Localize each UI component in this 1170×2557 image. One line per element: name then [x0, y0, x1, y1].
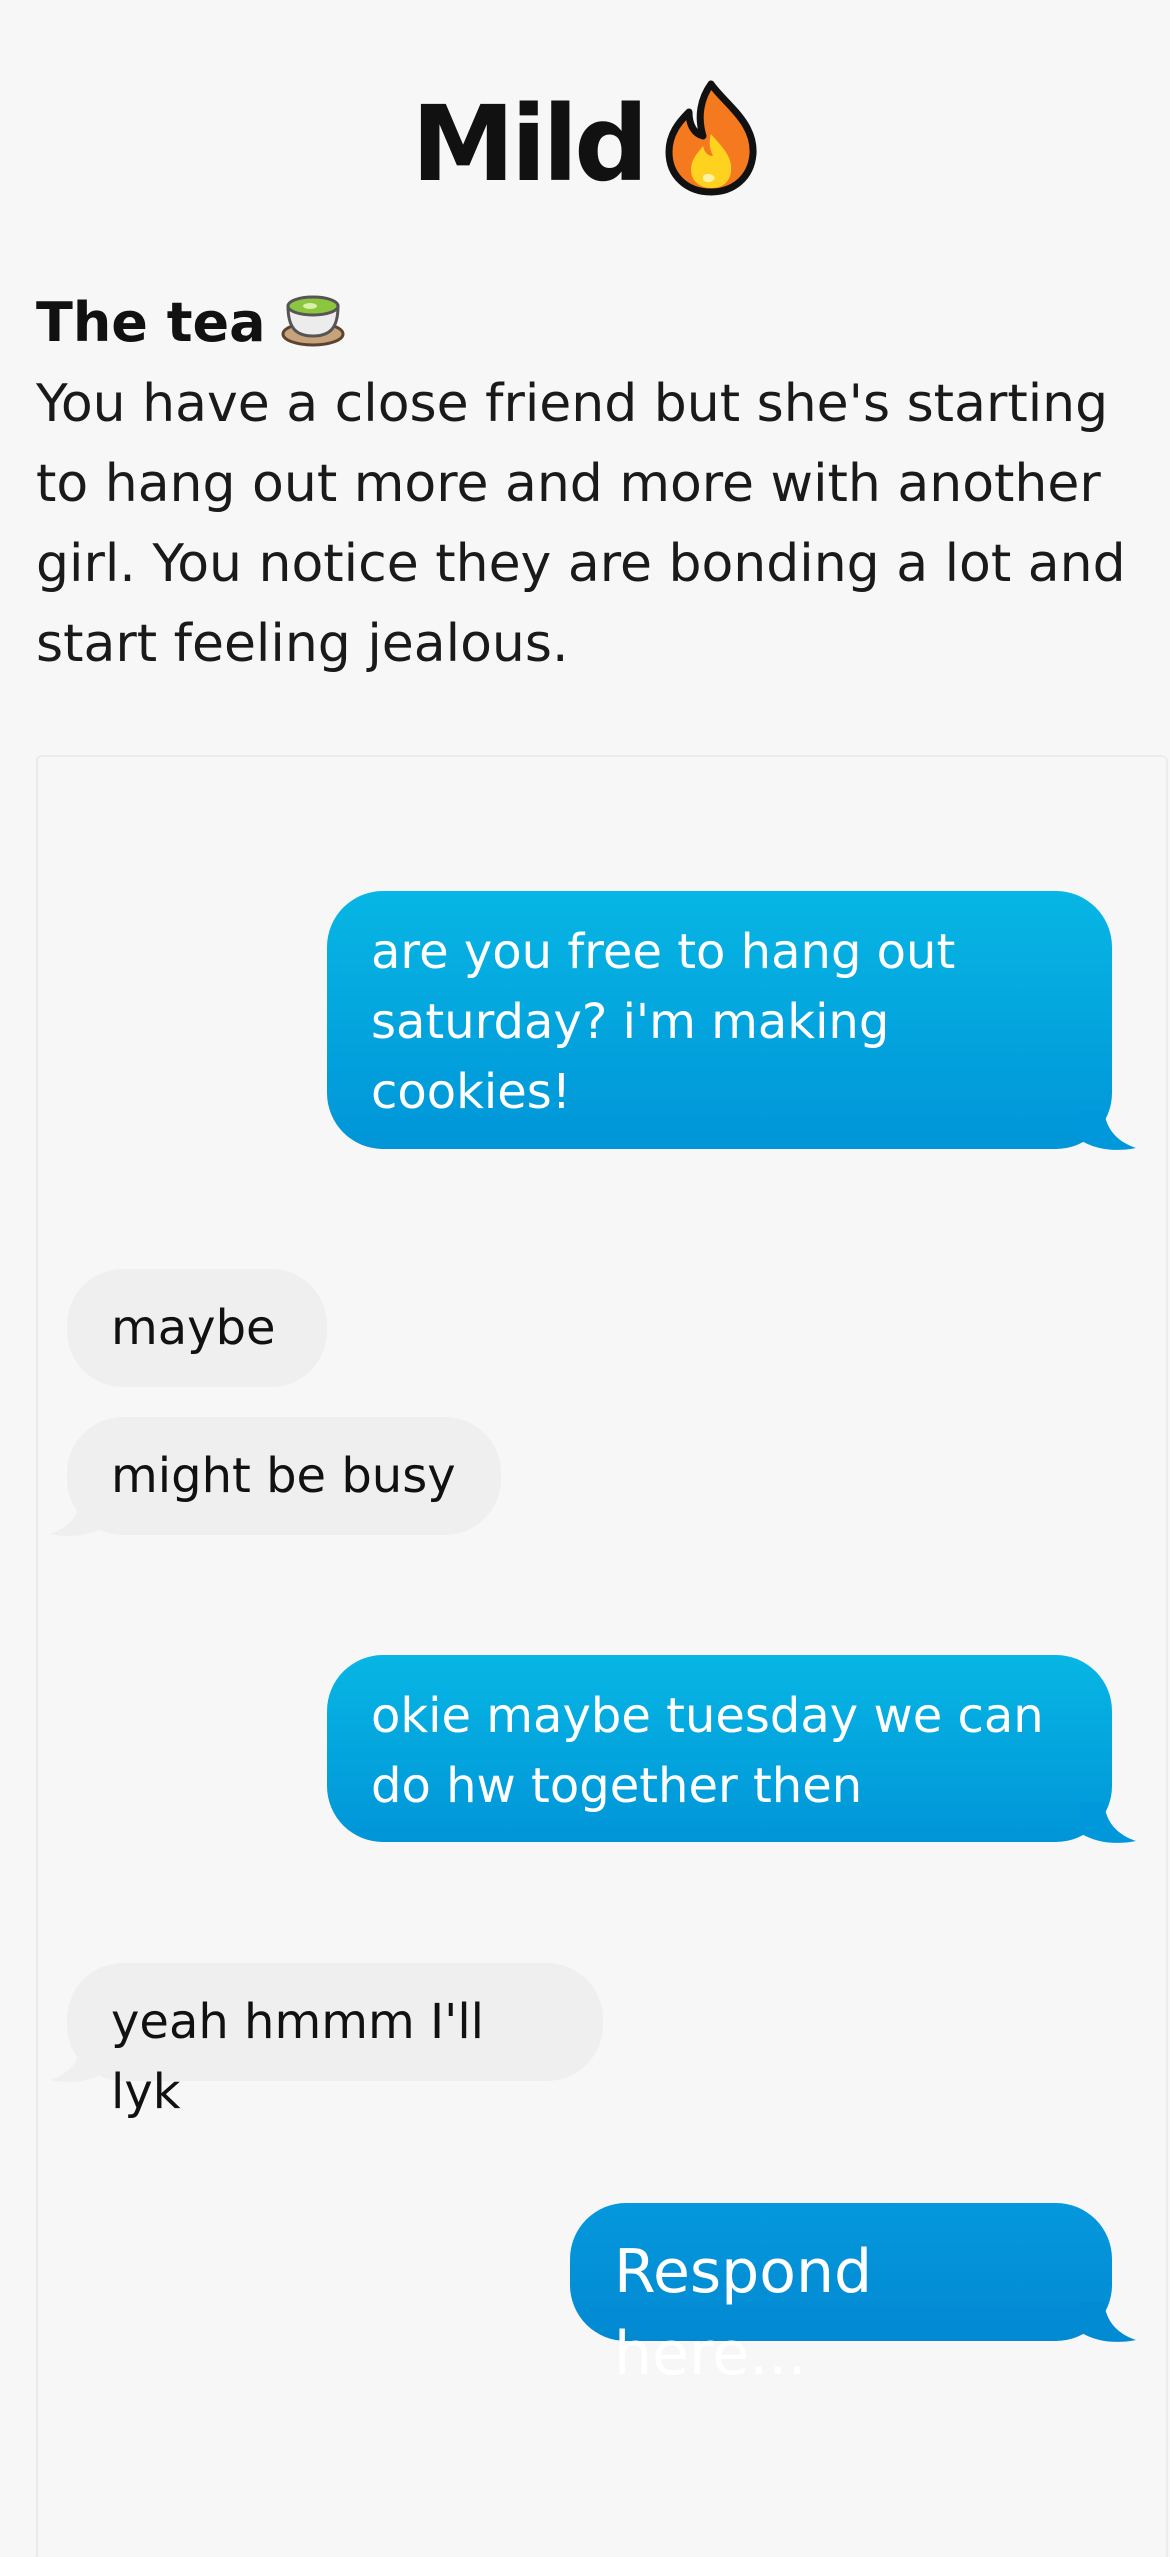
- scenario-description: You have a close friend but she's starti…: [36, 374, 1126, 674]
- sent-message: are you free to hang out saturday? i'm m…: [327, 891, 1112, 1149]
- sent-bubble-tail: [1080, 1803, 1136, 1843]
- fire-icon: [663, 78, 759, 225]
- respond-button[interactable]: Respond here...: [570, 2203, 1112, 2389]
- sent-message: okie maybe tuesday we can do hw together…: [327, 1655, 1112, 1842]
- title-text: Mild: [411, 82, 648, 205]
- sent-message-text: okie maybe tuesday we can do hw together…: [371, 1688, 1044, 1814]
- received-message-text: might be busy: [111, 1448, 456, 1504]
- sent-bubble-tail: [1080, 1110, 1136, 1150]
- tea-cup-icon: [280, 290, 346, 363]
- received-bubble-tail: [50, 2042, 106, 2082]
- sent-message-text: are you free to hang out saturday? i'm m…: [371, 924, 956, 1120]
- page-title: Mild: [0, 78, 1170, 225]
- received-message: might be busy: [67, 1417, 501, 1535]
- received-message: maybe: [67, 1269, 327, 1387]
- received-message: yeah hmmm I'll lyk: [67, 1963, 603, 2120]
- received-bubble-tail: [50, 1496, 106, 1536]
- sent-bubble-tail: [1080, 2302, 1136, 2342]
- scenario-heading: The tea: [36, 290, 346, 363]
- received-message-text: maybe: [111, 1300, 276, 1356]
- scenario-heading-text: The tea: [36, 291, 266, 355]
